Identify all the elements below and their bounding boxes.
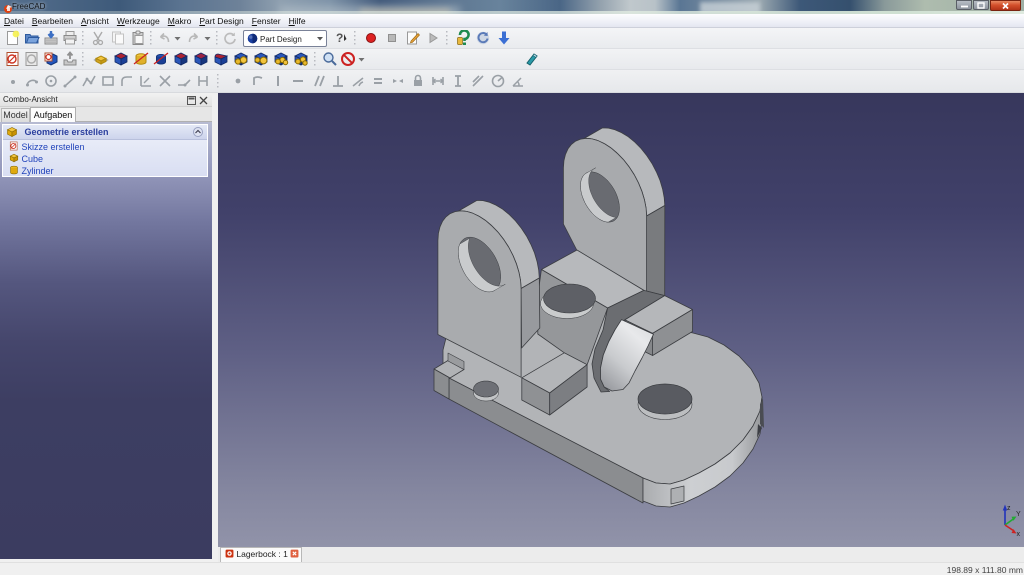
- svg-text:Y: Y: [1016, 511, 1021, 518]
- svg-text:x: x: [1017, 531, 1021, 537]
- svg-text:z: z: [1007, 505, 1011, 512]
- svg-text:?: ?: [336, 31, 343, 45]
